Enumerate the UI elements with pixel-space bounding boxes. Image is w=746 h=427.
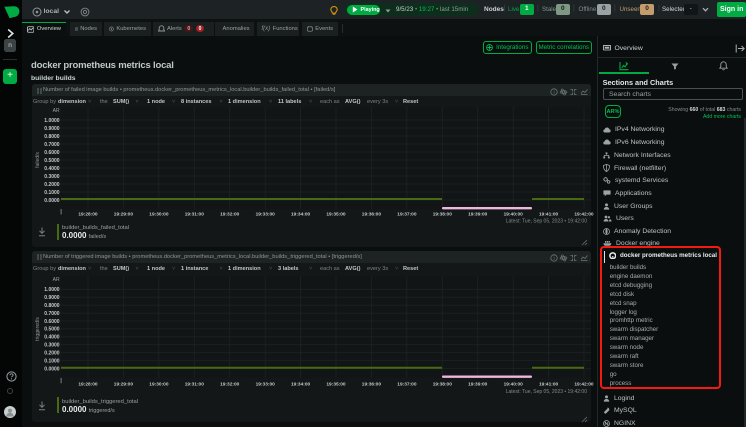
svg-text:19:35:00: 19:35:00 (326, 212, 346, 218)
svg-text:19:37:00: 19:37:00 (397, 381, 417, 387)
svg-text:0.8000: 0.8000 (44, 134, 60, 140)
svg-text:i: i (553, 256, 554, 262)
svg-text:0.9000: 0.9000 (44, 295, 60, 301)
svg-text:19:40:00: 19:40:00 (504, 381, 524, 387)
svg-text:19:38:00: 19:38:00 (433, 381, 453, 387)
svg-text:0.3000: 0.3000 (44, 342, 60, 348)
svg-text:19:31:00: 19:31:00 (185, 212, 205, 218)
svg-text:19:31:00: 19:31:00 (185, 381, 205, 387)
svg-text:Latest: Tue, Sep 05, 2023 • 19: Latest: Tue, Sep 05, 2023 • 19:42:00 (506, 389, 587, 395)
svg-text:0.0000: 0.0000 (44, 366, 60, 372)
svg-text:0.5000: 0.5000 (44, 158, 60, 164)
svg-text:19:29:00: 19:29:00 (114, 212, 134, 218)
svg-text:0.2000: 0.2000 (44, 182, 60, 188)
svg-text:0.4000: 0.4000 (44, 166, 60, 172)
svg-text:failed/s: failed/s (35, 152, 41, 168)
svg-text:19:35:00: 19:35:00 (326, 381, 346, 387)
svg-text:0.7000: 0.7000 (44, 142, 60, 148)
svg-text:1.0000: 1.0000 (44, 118, 60, 124)
svg-text:19:36:00: 19:36:00 (362, 212, 382, 218)
svg-text:triggered/s: triggered/s (35, 316, 41, 340)
svg-text:AR: AR (53, 108, 60, 114)
svg-text:0.0000: 0.0000 (44, 198, 60, 204)
svg-text:19:42:00: 19:42:00 (574, 212, 594, 218)
svg-text:19:37:00: 19:37:00 (397, 212, 417, 218)
svg-text:0.2000: 0.2000 (44, 350, 60, 356)
svg-text:1.0000: 1.0000 (44, 287, 60, 293)
svg-text:0.7000: 0.7000 (44, 310, 60, 316)
svg-text:i: i (553, 89, 554, 95)
svg-text:19:33:00: 19:33:00 (256, 212, 276, 218)
svg-text:19:36:00: 19:36:00 (362, 381, 382, 387)
svg-text:19:38:00: 19:38:00 (433, 212, 453, 218)
svg-text:19:34:00: 19:34:00 (291, 212, 311, 218)
svg-text:0.9000: 0.9000 (44, 126, 60, 132)
svg-text:19:41:00: 19:41:00 (539, 212, 559, 218)
svg-text:0.4000: 0.4000 (44, 334, 60, 340)
svg-text:0.6000: 0.6000 (44, 150, 60, 156)
svg-text:19:30:00: 19:30:00 (149, 212, 169, 218)
svg-text:19:34:00: 19:34:00 (291, 381, 311, 387)
svg-text:19:29:00: 19:29:00 (114, 381, 134, 387)
svg-text:19:39:00: 19:39:00 (468, 212, 488, 218)
svg-text:0.1000: 0.1000 (44, 190, 60, 196)
svg-text:0.8000: 0.8000 (44, 302, 60, 308)
svg-text:0.5000: 0.5000 (44, 326, 60, 332)
svg-text:19:28:00: 19:28:00 (78, 212, 98, 218)
svg-text:19:40:00: 19:40:00 (504, 212, 524, 218)
svg-text:0.6000: 0.6000 (44, 318, 60, 324)
svg-text:19:32:00: 19:32:00 (220, 381, 240, 387)
svg-text:19:30:00: 19:30:00 (149, 381, 169, 387)
svg-text:0.3000: 0.3000 (44, 174, 60, 180)
svg-text:Latest: Tue, Sep 05, 2023 • 19: Latest: Tue, Sep 05, 2023 • 19:42:00 (506, 219, 587, 225)
svg-text:AR: AR (53, 277, 60, 283)
svg-text:19:32:00: 19:32:00 (220, 212, 240, 218)
svg-text:19:41:00: 19:41:00 (539, 381, 559, 387)
svg-text:19:39:00: 19:39:00 (468, 381, 488, 387)
svg-text:19:33:00: 19:33:00 (256, 381, 276, 387)
svg-text:19:28:00: 19:28:00 (78, 381, 98, 387)
svg-text:0.1000: 0.1000 (44, 358, 60, 364)
svg-text:19:42:00: 19:42:00 (574, 381, 594, 387)
